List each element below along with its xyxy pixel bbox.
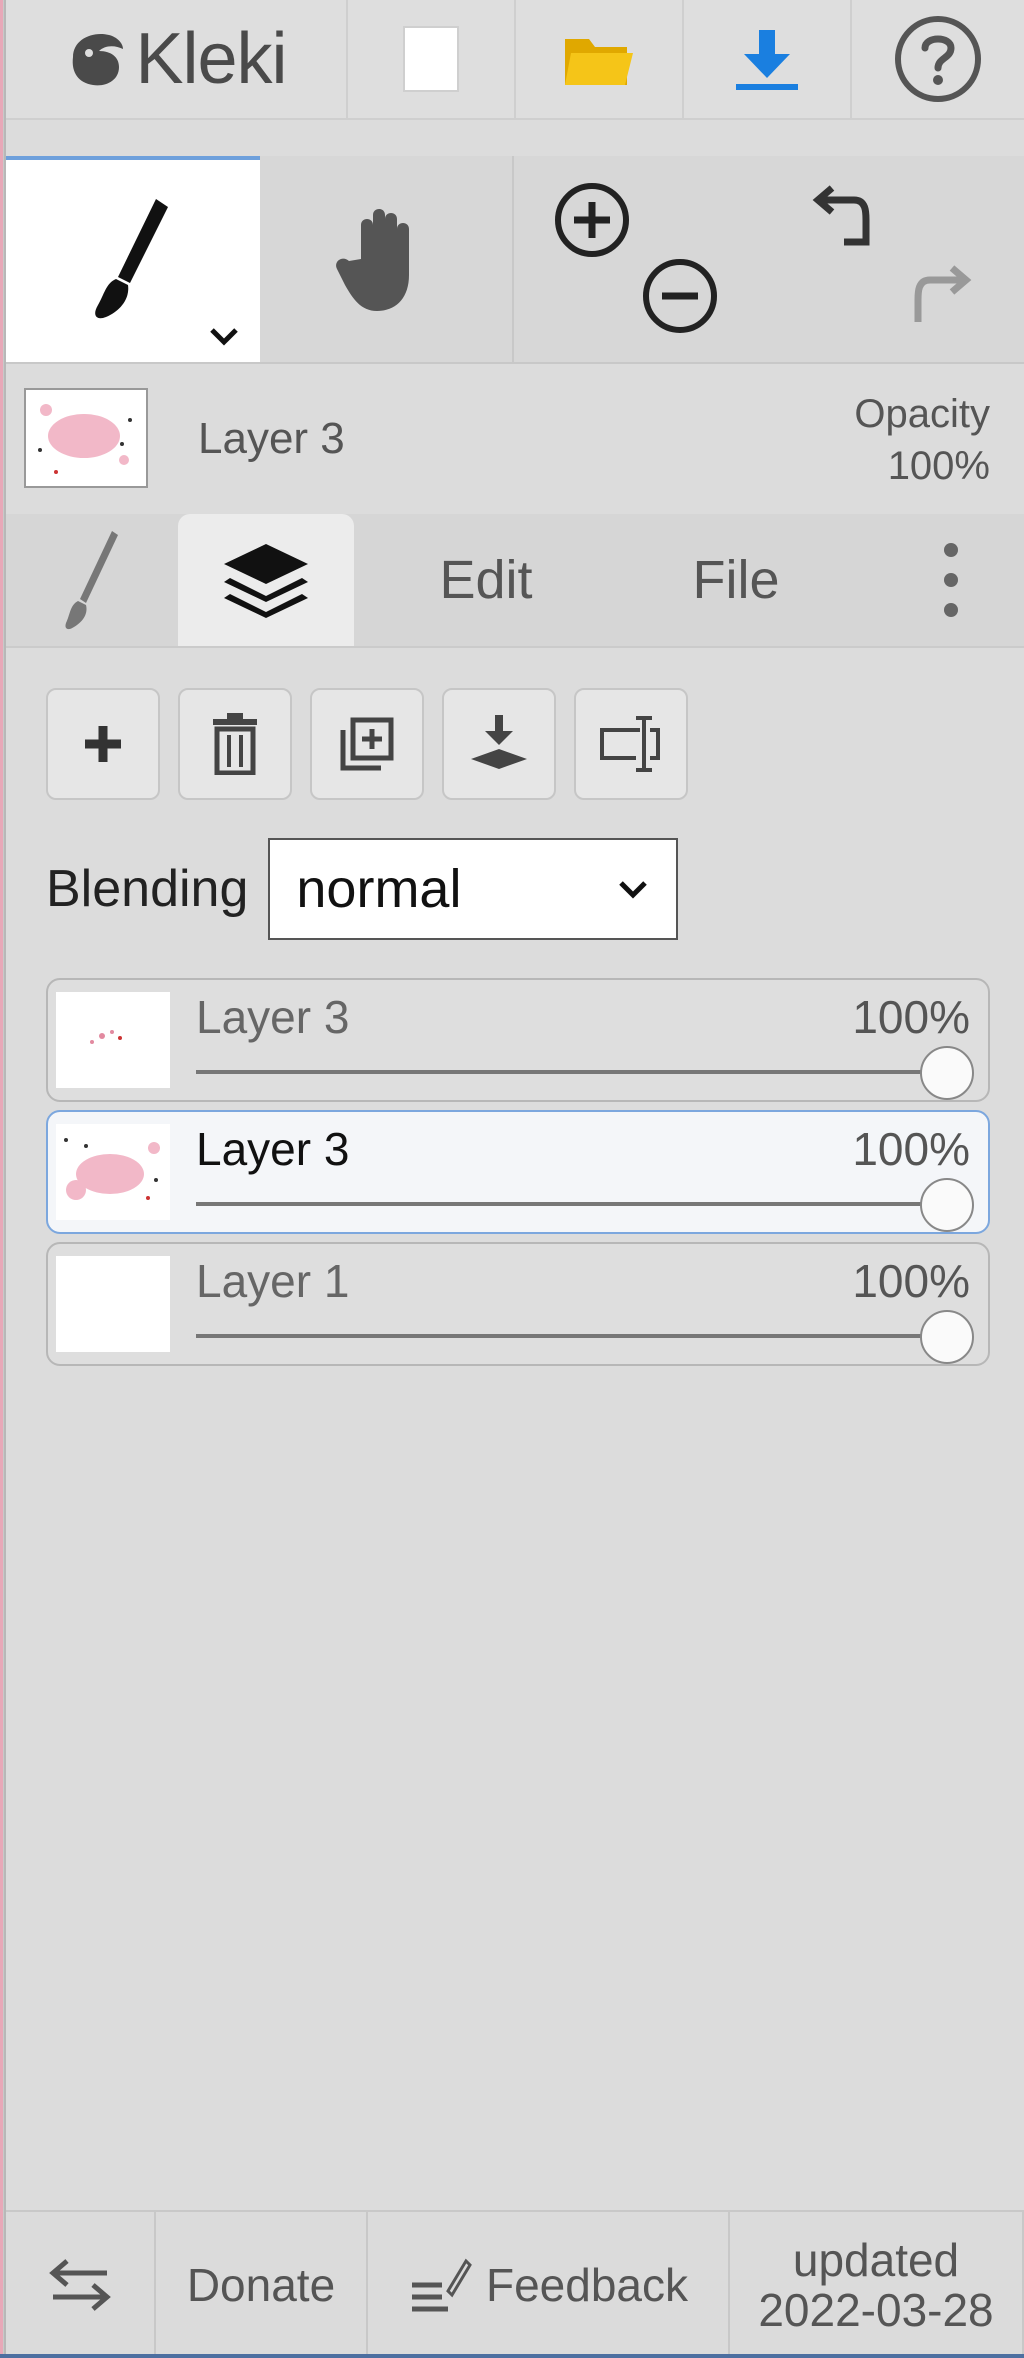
delete-layer-button[interactable] (178, 688, 292, 800)
current-layer-name: Layer 3 (198, 414, 345, 463)
tool-row (6, 156, 1024, 364)
layer-opacity-slider[interactable] (196, 1070, 948, 1074)
layer-name: Layer 3 (196, 991, 350, 1043)
layer-opacity-slider[interactable] (196, 1334, 948, 1338)
download-icon (736, 30, 798, 90)
new-file-icon (403, 26, 459, 92)
folder-icon (565, 39, 633, 85)
layers-icon (224, 544, 308, 618)
duplicate-layer-button[interactable] (310, 688, 424, 800)
new-button[interactable] (348, 0, 516, 118)
layer-item[interactable]: Layer 3 100% (46, 978, 990, 1102)
plus-icon (85, 726, 121, 762)
tab-brush[interactable] (6, 514, 176, 646)
add-layer-button[interactable] (46, 688, 160, 800)
blending-value: normal (296, 859, 462, 919)
opacity-value: 100% (887, 444, 990, 488)
layer-list: Layer 3 100% Layer 3 100% Layer 1 100% (46, 978, 990, 1374)
rename-layer-button[interactable] (574, 688, 688, 800)
brush-tab-icon (65, 531, 118, 630)
kleki-logo-icon (73, 33, 124, 86)
zoom-tools (514, 156, 770, 362)
layer-thumbnail (56, 1256, 170, 1352)
duplicate-icon (340, 717, 394, 771)
blending-label: Blending (46, 860, 249, 918)
panel-tabs: Edit File (6, 514, 1024, 648)
layer-item[interactable]: Layer 3 100% (46, 1110, 990, 1234)
undo-icon[interactable] (810, 176, 890, 256)
tab-layers[interactable] (178, 514, 354, 646)
brush-icon (95, 199, 168, 319)
hand-tool[interactable] (260, 156, 514, 362)
tab-more[interactable] (906, 514, 996, 646)
opacity-label: Opacity (854, 392, 990, 436)
current-layer-opacity[interactable]: Opacity 100% (854, 388, 990, 492)
feedback-button[interactable]: Feedback (368, 2212, 730, 2358)
history-tools (770, 156, 1024, 362)
updated-label: updated (792, 2234, 960, 2286)
swap-side-button[interactable] (6, 2212, 156, 2358)
merge-down-icon (471, 715, 527, 769)
chevron-down-icon[interactable] (206, 324, 242, 348)
layer-opacity-knob[interactable] (920, 1310, 974, 1364)
swap-arrows-icon (49, 2259, 111, 2311)
layer-name: Layer 3 (196, 1123, 350, 1175)
zoom-out-icon[interactable] (640, 256, 720, 336)
help-icon (895, 16, 981, 102)
help-button[interactable] (852, 0, 1024, 118)
tab-edit[interactable]: Edit (386, 514, 586, 646)
save-button[interactable] (684, 0, 852, 118)
updated-date: 2022-03-28 (758, 2284, 994, 2336)
blending-row: Blending normal (46, 838, 679, 940)
rename-icon (600, 716, 660, 772)
merge-down-button[interactable] (442, 688, 556, 800)
current-layer-info: Layer 3 Opacity 100% (6, 366, 1024, 516)
tab-file[interactable]: File (646, 514, 826, 646)
donate-button[interactable]: Donate (156, 2212, 368, 2358)
footer: Donate Feedback updated 2022-03-28 (6, 2210, 1024, 2358)
more-vertical-icon (944, 543, 958, 617)
kleki-logo[interactable]: Kleki (6, 0, 348, 118)
blending-select[interactable]: normal (268, 838, 679, 940)
layer-thumbnail (56, 1124, 170, 1220)
kleki-app: Kleki Layer 3 Opacity 100% Edit File Ble… (0, 0, 1024, 2358)
hand-icon (336, 209, 409, 311)
current-layer-thumbnail (24, 388, 148, 488)
layer-opacity-knob[interactable] (920, 1178, 974, 1232)
trash-icon (213, 713, 257, 775)
layer-opacity-slider[interactable] (196, 1202, 948, 1206)
layer-opacity: 100% (852, 1123, 970, 1175)
top-toolbar: Kleki (6, 0, 1024, 120)
brush-tool[interactable] (6, 156, 260, 362)
layer-item[interactable]: Layer 1 100% (46, 1242, 990, 1366)
updated-info[interactable]: updated 2022-03-28 (730, 2212, 1024, 2358)
layer-opacity: 100% (852, 1255, 970, 1307)
layer-name: Layer 1 (196, 1255, 350, 1307)
bottom-border (0, 2354, 1024, 2358)
zoom-in-icon[interactable] (552, 180, 632, 260)
layer-thumbnail (56, 992, 170, 1088)
app-name: Kleki (135, 19, 287, 99)
redo-icon[interactable] (900, 256, 980, 336)
chevron-down-icon (619, 881, 648, 899)
open-button[interactable] (516, 0, 684, 118)
layer-actions (46, 688, 688, 800)
layer-opacity: 100% (852, 991, 970, 1043)
feedback-label: Feedback (485, 2259, 688, 2311)
feedback-icon (411, 2258, 472, 2312)
layer-opacity-knob[interactable] (920, 1046, 974, 1100)
